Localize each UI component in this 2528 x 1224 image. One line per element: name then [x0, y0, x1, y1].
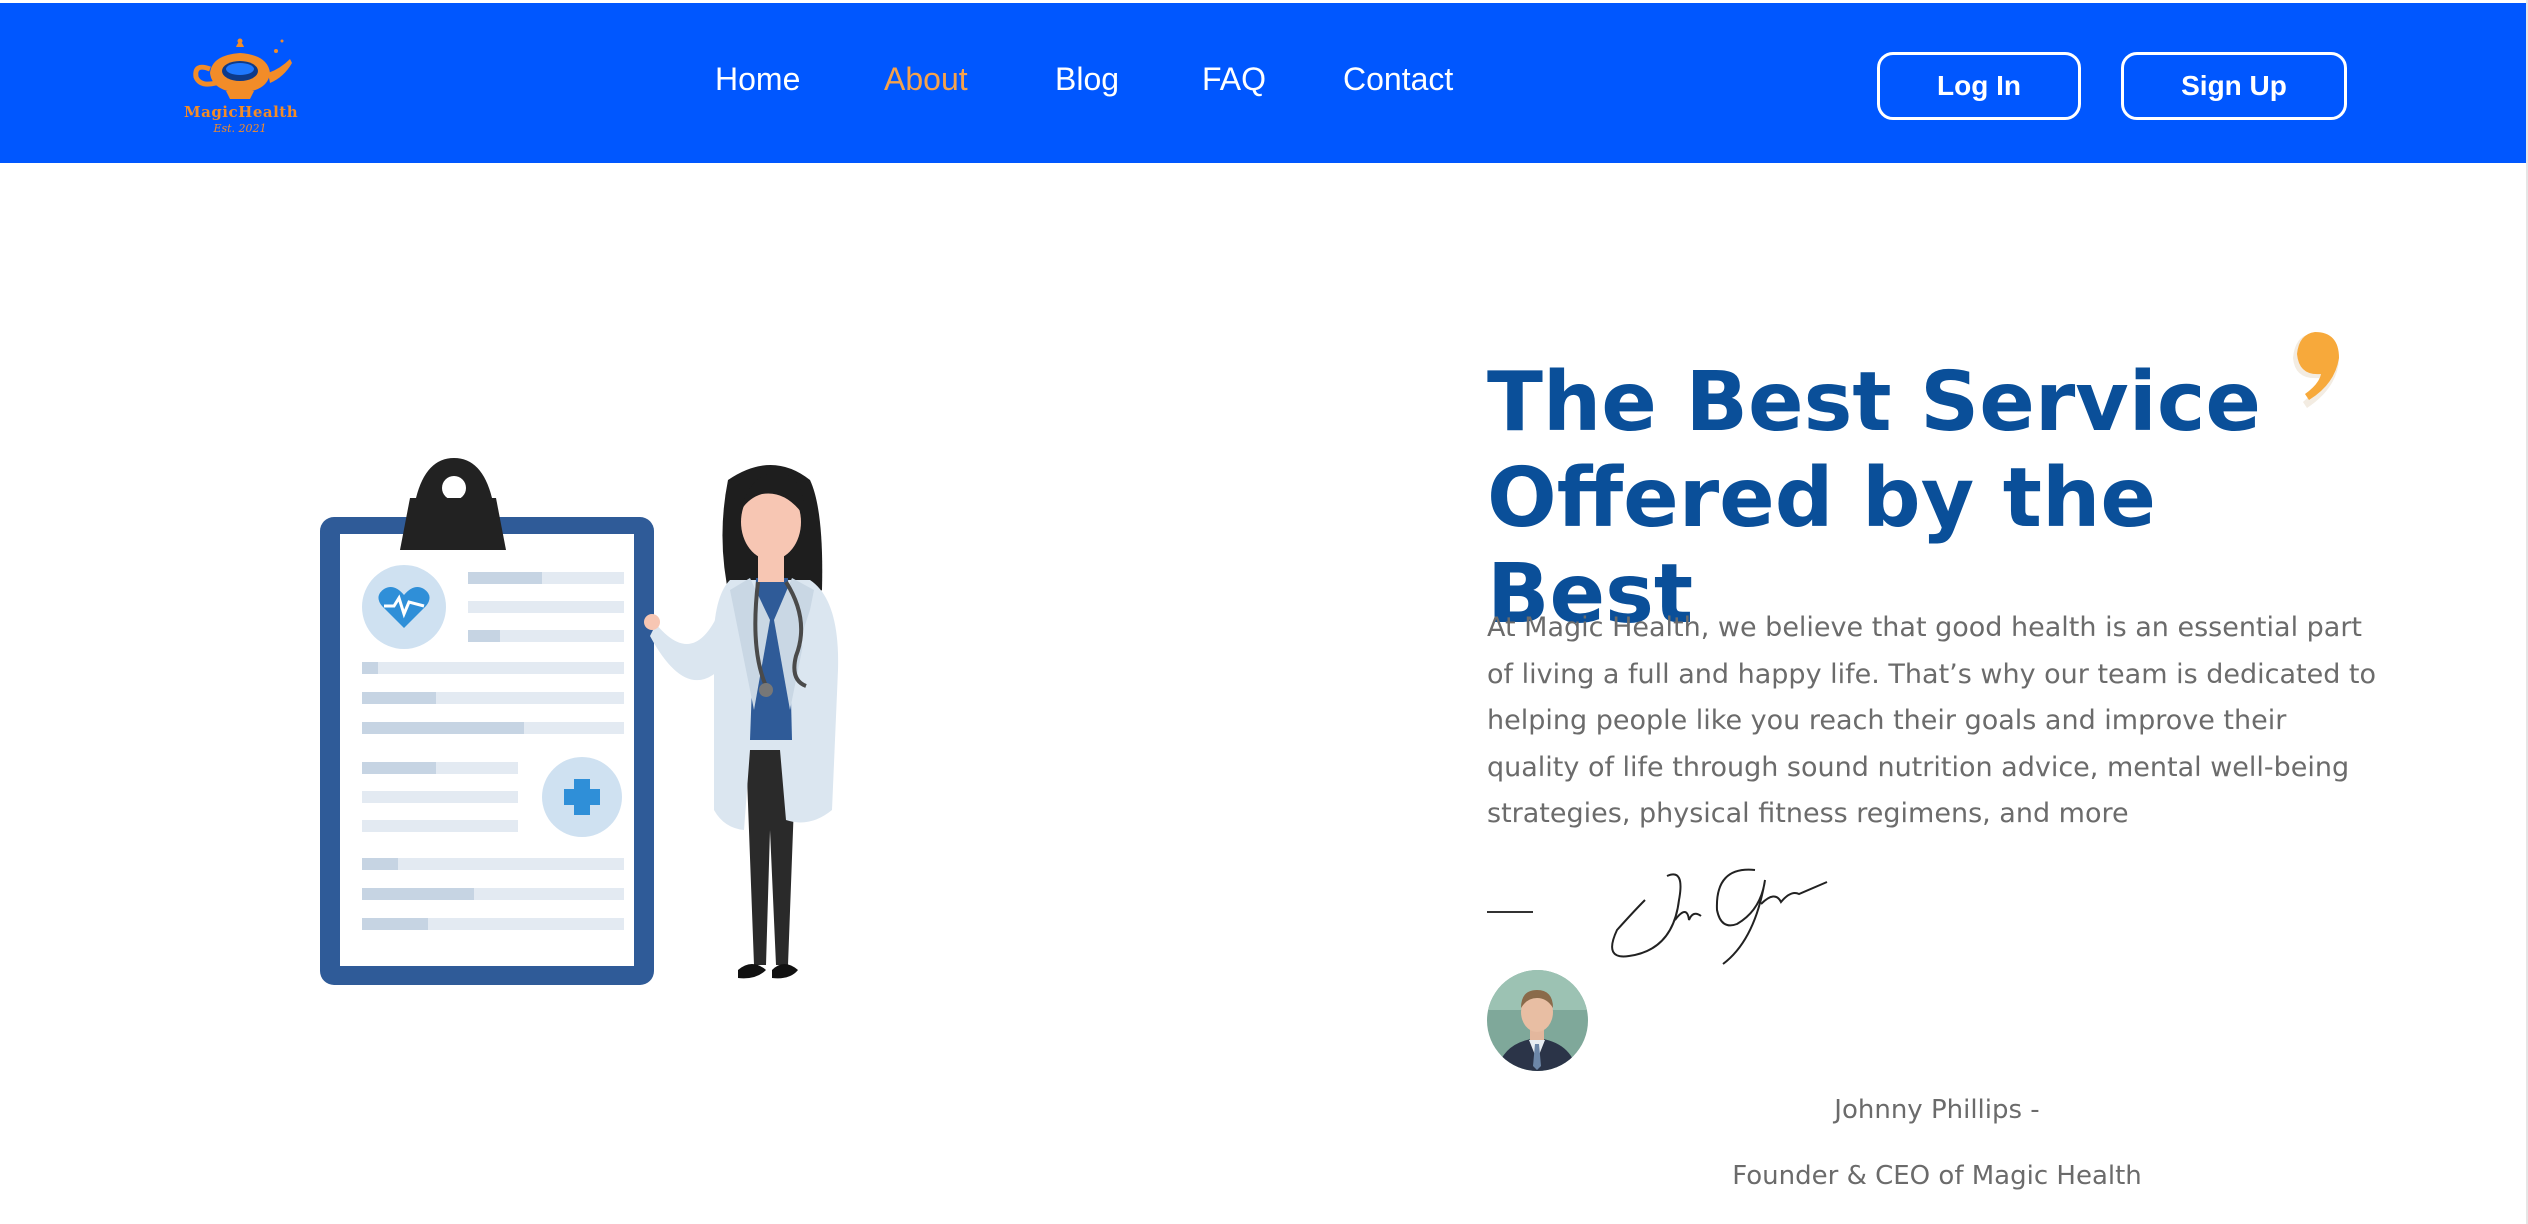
nav-link-home[interactable]: Home: [715, 61, 800, 98]
signature-dash: [1487, 911, 1533, 913]
headline-line-1: The Best Service: [1487, 355, 2262, 450]
logo-text: MagicHealth: [184, 103, 299, 121]
nav-link-faq[interactable]: FAQ: [1202, 61, 1266, 98]
logo[interactable]: MagicHealth Est. 2021: [180, 33, 300, 138]
page: MagicHealth Est. 2021 Home About Blog FA…: [0, 0, 2528, 1224]
site-header: MagicHealth Est. 2021 Home About Blog FA…: [0, 3, 2526, 163]
login-button[interactable]: Log In: [1877, 52, 2081, 120]
nav-link-contact[interactable]: Contact: [1343, 61, 1453, 98]
author-name: Johnny Phillips -: [1834, 1095, 2040, 1125]
hero-headline: The Best Service Offered by the Best: [1487, 355, 2387, 643]
signup-button[interactable]: Sign Up: [2121, 52, 2347, 120]
doctor-with-clipboard-illustration: [310, 450, 870, 1000]
quote-mark-icon: [2275, 330, 2345, 410]
author-title: Founder & CEO of Magic Health: [1732, 1161, 2142, 1191]
nav-link-about[interactable]: About: [884, 61, 968, 98]
signature-image: [1605, 860, 1835, 970]
logo-subtext: Est. 2021: [213, 122, 267, 135]
hero-paragraph: At Magic Health, we believe that good he…: [1487, 612, 2377, 829]
nav-link-blog[interactable]: Blog: [1055, 61, 1119, 98]
author-avatar: [1487, 970, 1588, 1071]
